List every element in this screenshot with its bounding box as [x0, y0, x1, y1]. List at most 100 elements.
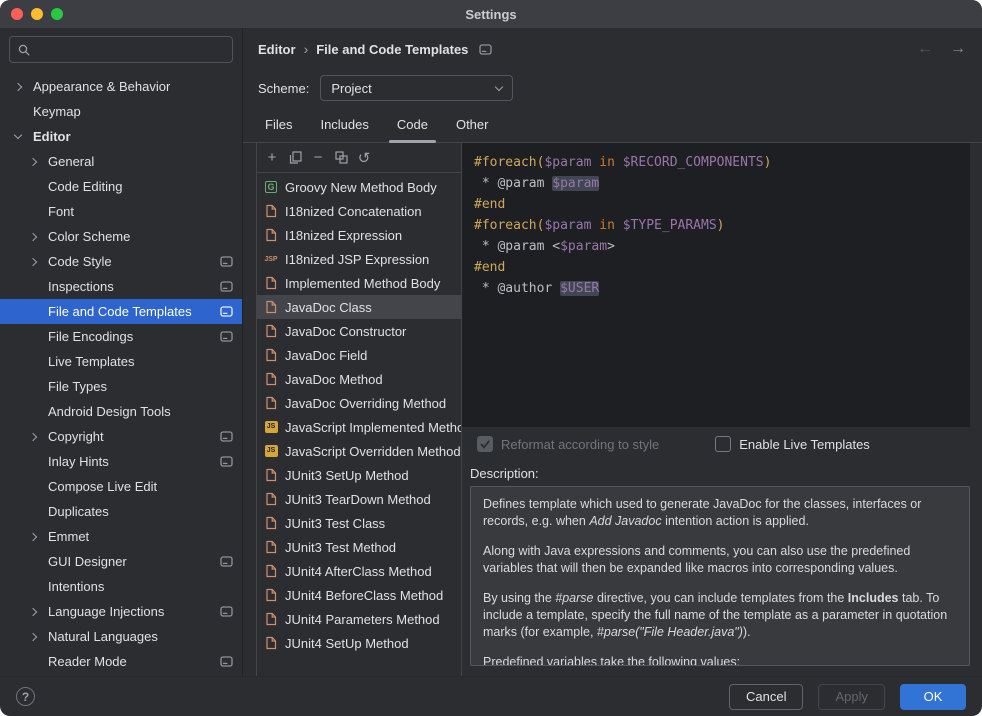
code-line: #end — [474, 194, 958, 215]
chevron-right-icon[interactable] — [29, 432, 37, 440]
search-box[interactable] — [9, 36, 233, 63]
reformat-option[interactable]: Reformat according to style — [477, 436, 659, 452]
template-item-groovy-new-method-body[interactable]: GGroovy New Method Body — [257, 175, 461, 199]
code-token: $TYPE_PARAMS — [623, 218, 717, 233]
reformat-checkbox[interactable] — [477, 436, 493, 452]
sidebar-item-file-encodings[interactable]: File Encodings — [0, 324, 242, 349]
sidebar-item-inlay-hints[interactable]: Inlay Hints — [0, 449, 242, 474]
sidebar-item-emmet[interactable]: Emmet — [0, 524, 242, 549]
tab-includes[interactable]: Includes — [306, 106, 382, 142]
sidebar-item-file-types[interactable]: File Types — [0, 374, 242, 399]
template-item-i18nized-concatenation[interactable]: I18nized Concatenation — [257, 199, 461, 223]
monitor-icon — [220, 431, 233, 442]
copy-template-icon[interactable] — [284, 147, 306, 169]
sidebar-item-intentions[interactable]: Intentions — [0, 574, 242, 599]
remove-template-icon[interactable]: − — [307, 147, 329, 169]
template-item-javadoc-class[interactable]: JavaDoc Class — [257, 295, 461, 319]
ok-button[interactable]: OK — [900, 684, 966, 710]
sidebar-item-inspections[interactable]: Inspections — [0, 274, 242, 299]
template-item-javadoc-field[interactable]: JavaDoc Field — [257, 343, 461, 367]
sidebar-item-label: General — [48, 154, 94, 169]
template-item-javascript-overridden-method[interactable]: JSJavaScript Overridden Method — [257, 439, 461, 463]
chevron-down-icon — [495, 83, 503, 91]
live-templates-checkbox[interactable] — [715, 436, 731, 452]
template-item-javadoc-constructor[interactable]: JavaDoc Constructor — [257, 319, 461, 343]
sidebar-item-keymap[interactable]: Keymap — [0, 99, 242, 124]
tab-code[interactable]: Code — [383, 106, 442, 142]
add-template-icon[interactable]: + — [261, 147, 283, 169]
sidebar-item-reader-mode[interactable]: Reader Mode — [0, 649, 242, 674]
duplicate-template-icon[interactable] — [330, 147, 352, 169]
sidebar-item-general[interactable]: General — [0, 149, 242, 174]
code-token: * @param < — [474, 239, 560, 254]
search-input[interactable] — [36, 41, 225, 58]
cancel-button[interactable]: Cancel — [729, 684, 803, 710]
tab-files[interactable]: Files — [251, 106, 306, 142]
template-item-junit3-test-method[interactable]: JUnit3 Test Method — [257, 535, 461, 559]
template-item-javadoc-overriding-method[interactable]: JavaDoc Overriding Method — [257, 391, 461, 415]
chevron-down-icon[interactable] — [14, 131, 22, 139]
template-item-junit3-test-class[interactable]: JUnit3 Test Class — [257, 511, 461, 535]
chevron-right-icon[interactable] — [29, 157, 37, 165]
live-templates-option[interactable]: Enable Live Templates — [715, 436, 870, 452]
sidebar-item-live-templates[interactable]: Live Templates — [0, 349, 242, 374]
tab-other[interactable]: Other — [442, 106, 503, 142]
minimize-icon[interactable] — [31, 8, 43, 20]
apply-button[interactable]: Apply — [818, 684, 885, 710]
template-item-javascript-implemented-method[interactable]: JSJavaScript Implemented Method — [257, 415, 461, 439]
sidebar-item-font[interactable]: Font — [0, 199, 242, 224]
breadcrumb-editor[interactable]: Editor — [258, 42, 296, 57]
template-item-i18nized-jsp-expression[interactable]: JSPI18nized JSP Expression — [257, 247, 461, 271]
template-item-label: JUnit4 AfterClass Method — [285, 564, 432, 579]
template-item-i18nized-expression[interactable]: I18nized Expression — [257, 223, 461, 247]
highlighted-token: $param — [552, 176, 599, 191]
sidebar-item-editor[interactable]: Editor — [0, 124, 242, 149]
template-item-junit4-parameters-method[interactable]: JUnit4 Parameters Method — [257, 607, 461, 631]
sidebar-item-file-and-code-templates[interactable]: File and Code Templates — [0, 299, 242, 324]
chevron-right-icon[interactable] — [29, 257, 37, 265]
template-item-label: Implemented Method Body — [285, 276, 440, 291]
reset-template-icon[interactable]: ↺ — [353, 147, 375, 169]
sidebar-item-gui-designer[interactable]: GUI Designer — [0, 549, 242, 574]
chevron-right-icon[interactable] — [14, 82, 22, 90]
sidebar-item-compose-live-edit[interactable]: Compose Live Edit — [0, 474, 242, 499]
description-paragraph: By using the #parse directive, you can i… — [483, 590, 957, 641]
close-icon[interactable] — [11, 8, 23, 20]
sidebar-item-appearance-behavior[interactable]: Appearance & Behavior — [0, 74, 242, 99]
template-item-junit3-teardown-method[interactable]: JUnit3 TearDown Method — [257, 487, 461, 511]
scheme-value: Project — [331, 81, 371, 96]
chevron-right-icon[interactable] — [29, 607, 37, 615]
template-item-junit3-setup-method[interactable]: JUnit3 SetUp Method — [257, 463, 461, 487]
template-item-javadoc-method[interactable]: JavaDoc Method — [257, 367, 461, 391]
sidebar-item-code-editing[interactable]: Code Editing — [0, 174, 242, 199]
traffic-lights — [0, 8, 63, 20]
sidebar-item-duplicates[interactable]: Duplicates — [0, 499, 242, 524]
back-arrow-icon[interactable]: ← — [917, 40, 933, 58]
template-icon — [263, 636, 279, 650]
sidebar-item-copyright[interactable]: Copyright — [0, 424, 242, 449]
sidebar-item-natural-languages[interactable]: Natural Languages — [0, 624, 242, 649]
description-label-row: Description: — [462, 461, 970, 485]
forward-arrow-icon[interactable]: → — [950, 40, 966, 58]
sidebar-item-android-design-tools[interactable]: Android Design Tools — [0, 399, 242, 424]
sidebar-item-language-injections[interactable]: Language Injections — [0, 599, 242, 624]
chevron-right-icon[interactable] — [29, 632, 37, 640]
zoom-icon[interactable] — [51, 8, 63, 20]
template-item-label: JavaDoc Constructor — [285, 324, 406, 339]
sidebar-item-label: Natural Languages — [48, 629, 158, 644]
chevron-slot — [13, 84, 33, 90]
sidebar-item-color-scheme[interactable]: Color Scheme — [0, 224, 242, 249]
template-item-junit4-beforeclass-method[interactable]: JUnit4 BeforeClass Method — [257, 583, 461, 607]
sidebar-item-code-style[interactable]: Code Style — [0, 249, 242, 274]
chevron-right-icon[interactable] — [29, 232, 37, 240]
template-item-junit4-setup-method[interactable]: JUnit4 SetUp Method — [257, 631, 461, 655]
template-item-implemented-method-body[interactable]: Implemented Method Body — [257, 271, 461, 295]
chevron-slot — [28, 634, 48, 640]
template-editor[interactable]: #foreach($param in $RECORD_COMPONENTS) *… — [462, 143, 970, 427]
sidebar-item-label: Inlay Hints — [48, 454, 109, 469]
help-button[interactable]: ? — [16, 687, 35, 706]
scheme-select[interactable]: Project — [320, 75, 513, 101]
chevron-right-icon[interactable] — [29, 532, 37, 540]
sidebar-item-label: Android Design Tools — [48, 404, 171, 419]
template-item-junit4-afterclass-method[interactable]: JUnit4 AfterClass Method — [257, 559, 461, 583]
